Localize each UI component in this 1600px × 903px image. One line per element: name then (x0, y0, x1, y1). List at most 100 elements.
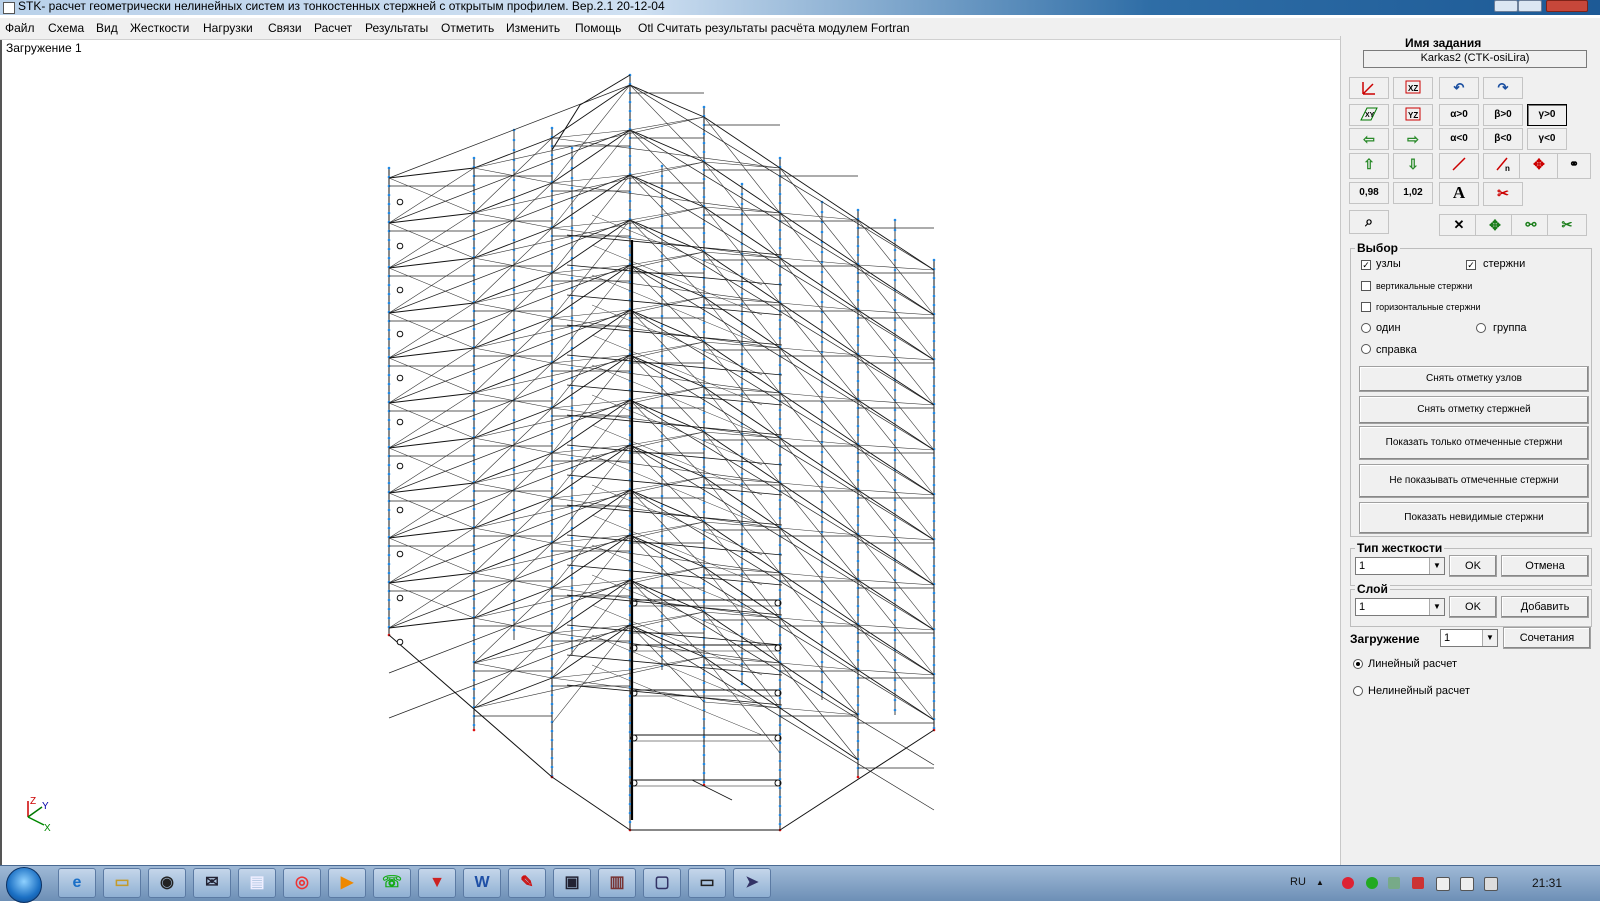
move-node-button[interactable]: ✥ (1519, 153, 1559, 179)
stiffness-cancel-button[interactable]: Отмена (1501, 555, 1589, 577)
nonlinear-analysis-radio[interactable] (1353, 686, 1363, 696)
zoom-button[interactable]: ⌕ (1349, 210, 1389, 234)
scale-up-button[interactable]: 1,02 (1393, 182, 1433, 204)
structural-model-view[interactable] (2, 40, 1338, 865)
draw-bar-button[interactable] (1439, 153, 1479, 179)
notepad-icon[interactable]: ▤ (238, 868, 276, 898)
node-link-button[interactable]: ⚭ (1557, 153, 1591, 179)
loading-select[interactable]: 1 ▼ (1440, 629, 1498, 647)
tray-update-icon[interactable] (1388, 877, 1400, 889)
delete-bar-button[interactable]: ✂ (1483, 182, 1523, 206)
pdf-icon[interactable]: ✎ (508, 868, 546, 898)
move-all-button[interactable]: ✥ (1475, 214, 1515, 236)
start-button[interactable] (6, 867, 42, 903)
chrome-icon[interactable]: ◎ (283, 868, 321, 898)
archive-icon[interactable]: ▥ (598, 868, 636, 898)
bars-checkbox[interactable]: ✓ (1466, 260, 1476, 270)
nodes-checkbox[interactable]: ✓ (1361, 260, 1371, 270)
rotate-beta-neg-button[interactable]: β<0 (1483, 128, 1523, 150)
draw-bar-n-button[interactable]: n (1483, 153, 1523, 179)
unmark-bars-button[interactable]: Снять отметку стержней (1359, 396, 1589, 424)
axis-y-label: Y (42, 801, 49, 812)
unmark-nodes-button[interactable]: Снять отметку узлов (1359, 366, 1589, 392)
window-icon[interactable]: ▭ (688, 868, 726, 898)
mode-one-radio[interactable] (1361, 323, 1371, 333)
tray-security-icon[interactable] (1342, 877, 1354, 889)
stiffness-ok-button[interactable]: OK (1449, 555, 1497, 577)
screen-icon[interactable]: ▢ (643, 868, 681, 898)
mail-icon[interactable]: ✉ (193, 868, 231, 898)
show-hidden-button[interactable]: Показать невидимые стержни (1359, 502, 1589, 534)
menu-view[interactable]: Вид (96, 21, 118, 35)
floppy-icon[interactable]: ▣ (553, 868, 591, 898)
tray-messenger-icon[interactable] (1366, 877, 1378, 889)
tray-volume-icon[interactable] (1484, 877, 1498, 891)
menu-edit[interactable]: Изменить (506, 21, 560, 35)
rotate-alpha-pos-button[interactable]: α>0 (1439, 104, 1479, 126)
tray-clipboard-icon[interactable] (1436, 877, 1450, 891)
menu-stiffness[interactable]: Жесткости (130, 21, 189, 35)
tray-network-blocked-icon[interactable] (1412, 877, 1424, 889)
vertical-bars-checkbox[interactable] (1361, 281, 1371, 291)
bar-n-icon: n (1496, 157, 1510, 173)
stk-app-icon[interactable]: ➤ (733, 868, 771, 898)
rotate-alpha-neg-button[interactable]: α<0 (1439, 128, 1479, 150)
task-name-field[interactable]: Karkas2 (CTK-osiLira) (1363, 50, 1587, 68)
messenger-icon[interactable]: ☏ (373, 868, 411, 898)
player-icon[interactable]: ▶ (328, 868, 366, 898)
menu-calculation[interactable]: Расчет (314, 21, 352, 35)
link-nodes-button[interactable]: ⚯ (1511, 214, 1551, 236)
horizontal-bars-checkbox[interactable] (1361, 302, 1371, 312)
rotate-gamma-pos-button[interactable]: γ>0 (1527, 104, 1567, 126)
split-bar-button[interactable]: ✂ (1547, 214, 1587, 236)
undo-button[interactable]: ↶ (1439, 77, 1479, 99)
text-tool-button[interactable]: A (1439, 182, 1479, 206)
menu-fortran[interactable]: Otl Считать результаты расчёта модулем F… (638, 21, 910, 35)
scale-down-button[interactable]: 0,98 (1349, 182, 1389, 204)
menu-help[interactable]: Помощь (575, 21, 621, 35)
tray-device-icon[interactable] (1460, 877, 1474, 891)
pan-left-button[interactable]: ⇦ (1349, 128, 1389, 150)
tray-expand-icon[interactable]: ▲ (1316, 878, 1324, 887)
language-indicator[interactable]: RU (1290, 876, 1306, 888)
minimize-button[interactable] (1494, 0, 1518, 12)
yz-view-button[interactable]: YZ (1393, 104, 1433, 126)
clock[interactable]: 21:31 (1532, 876, 1562, 890)
menu-loads[interactable]: Нагрузки (203, 21, 253, 35)
layer-select[interactable]: 1 ▼ (1355, 598, 1445, 616)
menu-constraints[interactable]: Связи (268, 21, 302, 35)
mode-info-radio[interactable] (1361, 344, 1371, 354)
xz-view-button[interactable]: XZ (1393, 77, 1433, 99)
ie-icon[interactable]: e (58, 868, 96, 898)
model-canvas[interactable]: Загружение 1 Z Y X (0, 40, 1340, 865)
layer-add-button[interactable]: Добавить (1501, 596, 1589, 618)
pan-up-button[interactable]: ⇧ (1349, 153, 1389, 179)
antivirus-icon[interactable]: ▼ (418, 868, 456, 898)
pan-down-button[interactable]: ⇩ (1393, 153, 1433, 179)
show-marked-only-button[interactable]: Показать только отмеченные стержни (1359, 426, 1589, 460)
pan-right-button[interactable]: ⇨ (1393, 128, 1433, 150)
word-icon[interactable]: W (463, 868, 501, 898)
maximize-button[interactable] (1518, 0, 1542, 12)
menu-file[interactable]: Файл (5, 21, 35, 35)
menu-mark[interactable]: Отметить (441, 21, 494, 35)
stiffness-select[interactable]: 1 ▼ (1355, 557, 1445, 575)
folder-icon[interactable]: ▭ (103, 868, 141, 898)
combinations-button[interactable]: Сочетания (1503, 627, 1591, 649)
mode-group-radio[interactable] (1476, 323, 1486, 333)
redo-button[interactable]: ↷ (1483, 77, 1523, 99)
menu-results[interactable]: Результаты (365, 21, 428, 35)
hide-marked-button[interactable]: Не показывать отмеченные стержни (1359, 464, 1589, 498)
cross-node-button[interactable]: ✕ (1439, 214, 1479, 236)
layer-ok-button[interactable]: OK (1449, 596, 1497, 618)
close-button[interactable] (1546, 0, 1588, 12)
media-icon[interactable]: ◉ (148, 868, 186, 898)
chevron-down-icon: ▼ (1429, 599, 1444, 615)
rotate-gamma-neg-button[interactable]: γ<0 (1527, 128, 1567, 150)
rotate-beta-pos-button[interactable]: β>0 (1483, 104, 1523, 126)
menu-scheme[interactable]: Схема (48, 21, 84, 35)
xy-view-button[interactable]: XY (1349, 104, 1389, 126)
linear-analysis-radio[interactable] (1353, 659, 1363, 669)
task-name-title: Имя задания (1405, 36, 1482, 50)
axes-view-button[interactable] (1349, 77, 1389, 99)
